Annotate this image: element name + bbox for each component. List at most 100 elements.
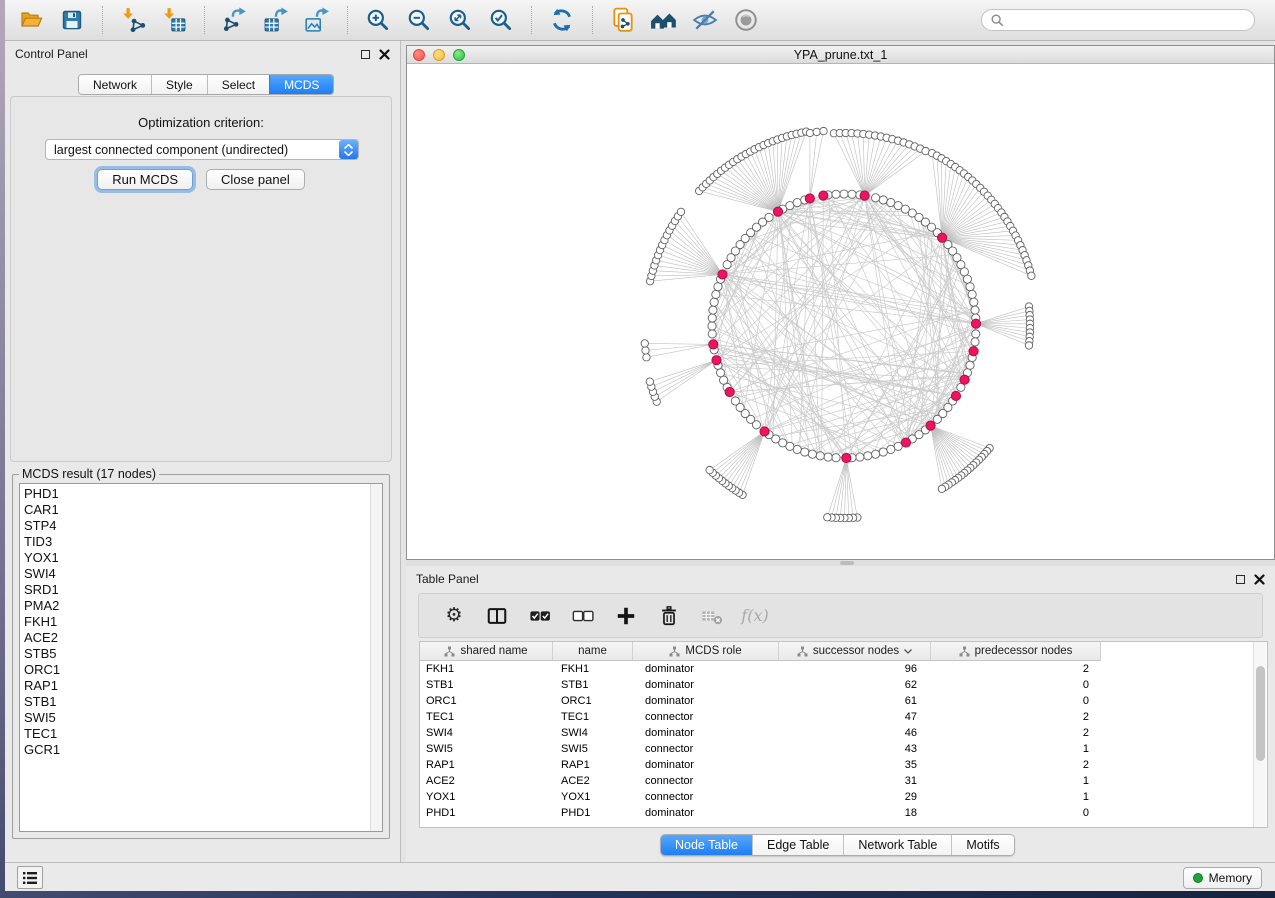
tab-edge-table[interactable]: Edge Table (752, 835, 843, 855)
mcds-list-scrollbar[interactable] (370, 484, 382, 831)
table-cell: SWI5 (553, 743, 633, 755)
mcds-panel: Optimization criterion: largest connecte… (10, 96, 392, 462)
mcds-list-item[interactable]: TID3 (24, 534, 368, 550)
optimization-select[interactable]: largest connected component (undirected) (45, 139, 359, 160)
table-cell: FKH1 (420, 663, 553, 675)
layout-refresh-icon[interactable] (548, 5, 576, 35)
zoom-selected-icon[interactable] (487, 5, 515, 35)
table-header-row: shared namenameMCDS rolesuccessor nodesp… (420, 642, 1101, 661)
mcds-list-item[interactable]: STB1 (24, 694, 368, 710)
mcds-list-item[interactable]: STP4 (24, 518, 368, 534)
column-header-MCDS-role[interactable]: MCDS role (633, 642, 779, 661)
mcds-list-item[interactable]: CAR1 (24, 502, 368, 518)
add-column-icon[interactable] (613, 603, 639, 629)
show-graphics-details-icon[interactable] (732, 5, 760, 35)
tab-node-table[interactable]: Node Table (661, 835, 752, 855)
mcds-list-item[interactable]: RAP1 (24, 678, 368, 694)
mcds-list-item[interactable]: GCR1 (24, 742, 368, 758)
table-row[interactable]: ORC1ORC1dominator610 (420, 693, 1267, 709)
table-cell: 96 (779, 663, 931, 675)
table-cell: SWI4 (553, 727, 633, 739)
column-header-name[interactable]: name (553, 642, 633, 661)
mcds-list-item[interactable]: PHD1 (24, 486, 368, 502)
table-toolbar: ⚙ f(x) (418, 593, 1263, 638)
open-session-icon[interactable] (17, 5, 45, 35)
table-row[interactable]: STB1STB1dominator620 (420, 677, 1267, 693)
table-row[interactable]: SWI4SWI4dominator462 (420, 725, 1267, 741)
network-canvas[interactable] (407, 64, 1274, 559)
table-row[interactable]: YOX1YOX1connector291 (420, 789, 1267, 805)
mcds-list-item[interactable]: SWI4 (24, 566, 368, 582)
mcds-list-item[interactable]: YOX1 (24, 550, 368, 566)
gear-icon[interactable]: ⚙ (441, 603, 467, 629)
delete-column-icon[interactable] (656, 603, 682, 629)
run-mcds-button[interactable]: Run MCDS (97, 169, 193, 190)
table-cell: PHD1 (420, 807, 553, 819)
table-cell: ORC1 (420, 695, 553, 707)
mcds-list-item[interactable]: TEC1 (24, 726, 368, 742)
mcds-list-item[interactable]: SWI5 (24, 710, 368, 726)
table-cell: 2 (931, 759, 1101, 771)
close-icon[interactable] (379, 49, 390, 60)
memory-button[interactable]: Memory (1183, 867, 1262, 889)
close-icon[interactable] (1254, 574, 1265, 585)
table-row[interactable]: PHD1PHD1dominator180 (420, 805, 1267, 821)
tab-mcds[interactable]: MCDS (269, 75, 333, 94)
tab-select[interactable]: Select (207, 75, 269, 94)
task-history-button[interactable] (17, 866, 43, 889)
table-cell: FKH1 (553, 663, 633, 675)
select-all-icon[interactable] (527, 603, 553, 629)
search-input[interactable] (1009, 13, 1246, 27)
float-window-icon[interactable] (361, 50, 370, 59)
table-cell: 43 (779, 743, 931, 755)
mcds-list-item[interactable]: SRD1 (24, 582, 368, 598)
column-layout-icon[interactable] (484, 603, 510, 629)
table-scrollbar[interactable] (1253, 642, 1266, 827)
mcds-list-item[interactable]: PMA2 (24, 598, 368, 614)
table-row[interactable]: SWI5SWI5connector431 (420, 741, 1267, 757)
tab-network-table[interactable]: Network Table (843, 835, 951, 855)
import-table-icon[interactable] (160, 5, 188, 35)
export-network-icon[interactable] (221, 5, 249, 35)
column-header-predecessor-nodes[interactable]: predecessor nodes (931, 642, 1101, 661)
export-table-icon[interactable] (262, 5, 290, 35)
column-header-successor-nodes[interactable]: successor nodes (779, 642, 931, 661)
first-neighbors-icon[interactable] (650, 5, 678, 35)
shared-column-icon (797, 646, 808, 657)
network-window-titlebar: YPA_prune.txt_1 (407, 46, 1274, 64)
zoom-in-icon[interactable] (364, 5, 392, 35)
mcds-list-item[interactable]: FKH1 (24, 614, 368, 630)
mcds-list-item[interactable]: ORC1 (24, 662, 368, 678)
table-cell: 0 (931, 695, 1101, 707)
table-row[interactable]: FKH1FKH1dominator962 (420, 661, 1267, 677)
shared-column-icon (444, 646, 455, 657)
import-network-icon[interactable] (119, 5, 147, 35)
divider-handle-icon[interactable] (840, 561, 854, 565)
table-row[interactable]: RAP1RAP1dominator352 (420, 757, 1267, 773)
table-body: FKH1FKH1dominator962STB1STB1dominator620… (420, 661, 1267, 827)
deselect-all-icon[interactable] (570, 603, 596, 629)
mcds-result-group: MCDS result (17 nodes) PHD1CAR1STP4TID3Y… (12, 467, 390, 839)
table-cell: 1 (931, 775, 1101, 787)
table-cell: SWI5 (420, 743, 553, 755)
table-cell: RAP1 (553, 759, 633, 771)
tab-network[interactable]: Network (79, 75, 151, 94)
float-window-icon[interactable] (1236, 575, 1245, 584)
list-icon (22, 871, 38, 885)
save-session-icon[interactable] (58, 5, 86, 35)
mcds-list-item[interactable]: ACE2 (24, 630, 368, 646)
zoom-fit-icon[interactable] (446, 5, 474, 35)
scrollbar-thumb[interactable] (1256, 666, 1265, 761)
hide-graphics-details-icon[interactable] (691, 5, 719, 35)
table-row[interactable]: ACE2ACE2connector311 (420, 773, 1267, 789)
table-cell: TEC1 (553, 711, 633, 723)
close-panel-button[interactable]: Close panel (206, 169, 305, 190)
export-image-icon[interactable] (303, 5, 331, 35)
mcds-list-item[interactable]: STB5 (24, 646, 368, 662)
column-header-shared-name[interactable]: shared name (420, 642, 553, 661)
tab-motifs[interactable]: Motifs (951, 835, 1013, 855)
tab-style[interactable]: Style (151, 75, 207, 94)
zoom-out-icon[interactable] (405, 5, 433, 35)
new-network-from-selection-icon[interactable] (609, 5, 637, 35)
table-row[interactable]: TEC1TEC1connector472 (420, 709, 1267, 725)
